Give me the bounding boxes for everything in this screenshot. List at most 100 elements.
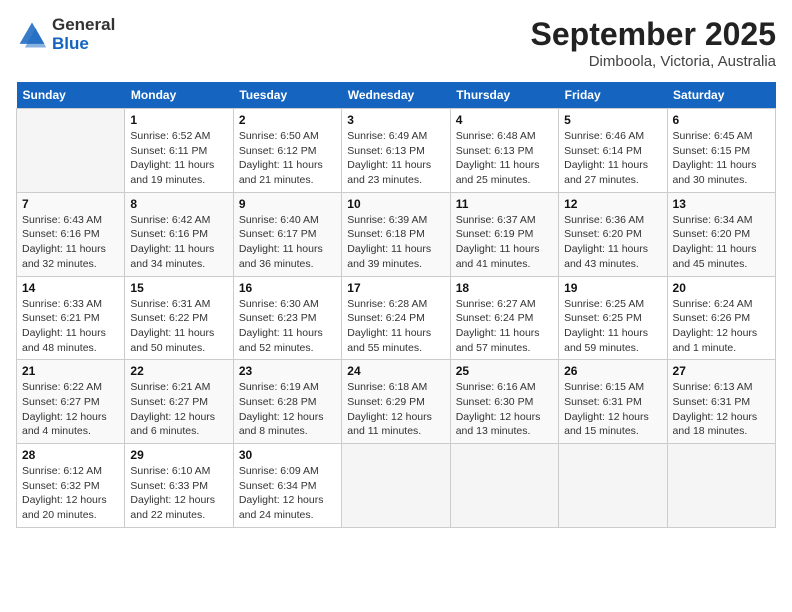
logo-general: General (52, 15, 115, 34)
day-info: Sunrise: 6:50 AM Sunset: 6:12 PM Dayligh… (239, 129, 336, 188)
day-number: 14 (22, 281, 119, 295)
calendar-cell: 30Sunrise: 6:09 AM Sunset: 6:34 PM Dayli… (233, 444, 341, 528)
calendar-cell: 8 Sunrise: 6:42 AM Sunset: 6:16 PM Daylig… (125, 192, 233, 276)
calendar-cell: 1Sunrise: 6:52 AM Sunset: 6:11 PM Daylig… (125, 109, 233, 193)
day-info: Sunrise: 6:10 AM Sunset: 6:33 PM Dayligh… (130, 464, 227, 523)
day-number: 13 (673, 197, 770, 211)
logo-text: General Blue (52, 16, 115, 53)
day-number: 16 (239, 281, 336, 295)
week-row-5: 28 Sunrise: 6:12 AM Sunset: 6:32 PM Dayli… (17, 444, 776, 528)
calendar-cell: 6 Sunrise: 6:45 AM Sunset: 6:15 PM Daylig… (667, 109, 775, 193)
weekday-tuesday: Tuesday (233, 82, 341, 109)
calendar-cell: 20Sunrise: 6:24 AM Sunset: 6:26 PM Dayli… (667, 276, 775, 360)
calendar-cell: 22 Sunrise: 6:21 AM Sunset: 6:27 PM Dayli… (125, 360, 233, 444)
calendar-cell: 13 Sunrise: 6:34 AM Sunset: 6:20 PM Dayli… (667, 192, 775, 276)
day-number: 19 (564, 281, 661, 295)
logo-icon (16, 19, 48, 51)
day-number: 11 (456, 197, 553, 211)
calendar-cell (450, 444, 558, 528)
day-info: Sunrise: 6:36 AM Sunset: 6:20 PM Dayligh… (564, 213, 661, 272)
day-number: 18 (456, 281, 553, 295)
weekday-thursday: Thursday (450, 82, 558, 109)
calendar-cell: 5 Sunrise: 6:46 AM Sunset: 6:14 PM Daylig… (559, 109, 667, 193)
calendar-cell: 11Sunrise: 6:37 AM Sunset: 6:19 PM Dayli… (450, 192, 558, 276)
weekday-sunday: Sunday (17, 82, 125, 109)
day-info: Sunrise: 6:16 AM Sunset: 6:30 PM Dayligh… (456, 380, 553, 439)
day-number: 1 (130, 113, 227, 127)
day-info: Sunrise: 6:34 AM Sunset: 6:20 PM Dayligh… (673, 213, 770, 272)
logo: General Blue (16, 16, 115, 53)
calendar-cell: 19Sunrise: 6:25 AM Sunset: 6:25 PM Dayli… (559, 276, 667, 360)
day-number: 17 (347, 281, 444, 295)
calendar-cell: 12 Sunrise: 6:36 AM Sunset: 6:20 PM Dayli… (559, 192, 667, 276)
calendar-cell (17, 109, 125, 193)
calendar-cell: 2Sunrise: 6:50 AM Sunset: 6:12 PM Daylig… (233, 109, 341, 193)
day-number: 5 (564, 113, 661, 127)
day-info: Sunrise: 6:43 AM Sunset: 6:16 PM Dayligh… (22, 213, 119, 272)
day-number: 8 (130, 197, 227, 211)
day-info: Sunrise: 6:48 AM Sunset: 6:13 PM Dayligh… (456, 129, 553, 188)
location: Dimboola, Victoria, Australia (531, 53, 776, 70)
day-number: 9 (239, 197, 336, 211)
calendar-cell: 21Sunrise: 6:22 AM Sunset: 6:27 PM Dayli… (17, 360, 125, 444)
calendar-body: 1Sunrise: 6:52 AM Sunset: 6:11 PM Daylig… (17, 109, 776, 528)
calendar-cell: 16 Sunrise: 6:30 AM Sunset: 6:23 PM Dayli… (233, 276, 341, 360)
day-number: 28 (22, 448, 119, 462)
weekday-monday: Monday (125, 82, 233, 109)
day-info: Sunrise: 6:27 AM Sunset: 6:24 PM Dayligh… (456, 297, 553, 356)
weekday-saturday: Saturday (667, 82, 775, 109)
page-header: General Blue September 2025 Dimboola, Vi… (16, 16, 776, 70)
day-number: 12 (564, 197, 661, 211)
day-number: 3 (347, 113, 444, 127)
day-number: 29 (130, 448, 227, 462)
day-number: 6 (673, 113, 770, 127)
day-info: Sunrise: 6:12 AM Sunset: 6:32 PM Dayligh… (22, 464, 119, 523)
day-info: Sunrise: 6:15 AM Sunset: 6:31 PM Dayligh… (564, 380, 661, 439)
day-info: Sunrise: 6:18 AM Sunset: 6:29 PM Dayligh… (347, 380, 444, 439)
weekday-header-row: SundayMondayTuesdayWednesdayThursdayFrid… (17, 82, 776, 109)
day-number: 27 (673, 364, 770, 378)
calendar-cell: 7 Sunrise: 6:43 AM Sunset: 6:16 PM Daylig… (17, 192, 125, 276)
week-row-3: 14Sunrise: 6:33 AM Sunset: 6:21 PM Dayli… (17, 276, 776, 360)
calendar-cell: 28 Sunrise: 6:12 AM Sunset: 6:32 PM Dayli… (17, 444, 125, 528)
calendar-cell: 10Sunrise: 6:39 AM Sunset: 6:18 PM Dayli… (342, 192, 450, 276)
day-info: Sunrise: 6:28 AM Sunset: 6:24 PM Dayligh… (347, 297, 444, 356)
weekday-wednesday: Wednesday (342, 82, 450, 109)
day-number: 30 (239, 448, 336, 462)
day-number: 23 (239, 364, 336, 378)
logo-blue: Blue (52, 34, 89, 53)
calendar-cell (667, 444, 775, 528)
day-number: 25 (456, 364, 553, 378)
calendar-cell: 24Sunrise: 6:18 AM Sunset: 6:29 PM Dayli… (342, 360, 450, 444)
day-info: Sunrise: 6:31 AM Sunset: 6:22 PM Dayligh… (130, 297, 227, 356)
title-block: September 2025 Dimboola, Victoria, Austr… (531, 16, 776, 70)
day-number: 26 (564, 364, 661, 378)
calendar-cell: 18 Sunrise: 6:27 AM Sunset: 6:24 PM Dayli… (450, 276, 558, 360)
calendar-cell: 29 Sunrise: 6:10 AM Sunset: 6:33 PM Dayli… (125, 444, 233, 528)
day-info: Sunrise: 6:42 AM Sunset: 6:16 PM Dayligh… (130, 213, 227, 272)
day-number: 7 (22, 197, 119, 211)
day-info: Sunrise: 6:21 AM Sunset: 6:27 PM Dayligh… (130, 380, 227, 439)
calendar-cell (342, 444, 450, 528)
day-info: Sunrise: 6:46 AM Sunset: 6:14 PM Dayligh… (564, 129, 661, 188)
day-info: Sunrise: 6:30 AM Sunset: 6:23 PM Dayligh… (239, 297, 336, 356)
calendar-cell: 4 Sunrise: 6:48 AM Sunset: 6:13 PM Daylig… (450, 109, 558, 193)
day-number: 4 (456, 113, 553, 127)
calendar-cell: 15 Sunrise: 6:31 AM Sunset: 6:22 PM Dayli… (125, 276, 233, 360)
weekday-friday: Friday (559, 82, 667, 109)
calendar-cell: 3Sunrise: 6:49 AM Sunset: 6:13 PM Daylig… (342, 109, 450, 193)
day-number: 15 (130, 281, 227, 295)
day-info: Sunrise: 6:45 AM Sunset: 6:15 PM Dayligh… (673, 129, 770, 188)
calendar-cell: 26 Sunrise: 6:15 AM Sunset: 6:31 PM Dayli… (559, 360, 667, 444)
calendar-cell: 25 Sunrise: 6:16 AM Sunset: 6:30 PM Dayli… (450, 360, 558, 444)
day-number: 10 (347, 197, 444, 211)
day-info: Sunrise: 6:19 AM Sunset: 6:28 PM Dayligh… (239, 380, 336, 439)
calendar-cell: 27Sunrise: 6:13 AM Sunset: 6:31 PM Dayli… (667, 360, 775, 444)
day-number: 22 (130, 364, 227, 378)
week-row-4: 21Sunrise: 6:22 AM Sunset: 6:27 PM Dayli… (17, 360, 776, 444)
calendar-cell: 9Sunrise: 6:40 AM Sunset: 6:17 PM Daylig… (233, 192, 341, 276)
week-row-1: 1Sunrise: 6:52 AM Sunset: 6:11 PM Daylig… (17, 109, 776, 193)
day-number: 21 (22, 364, 119, 378)
calendar-cell: 23 Sunrise: 6:19 AM Sunset: 6:28 PM Dayli… (233, 360, 341, 444)
calendar-cell: 14Sunrise: 6:33 AM Sunset: 6:21 PM Dayli… (17, 276, 125, 360)
